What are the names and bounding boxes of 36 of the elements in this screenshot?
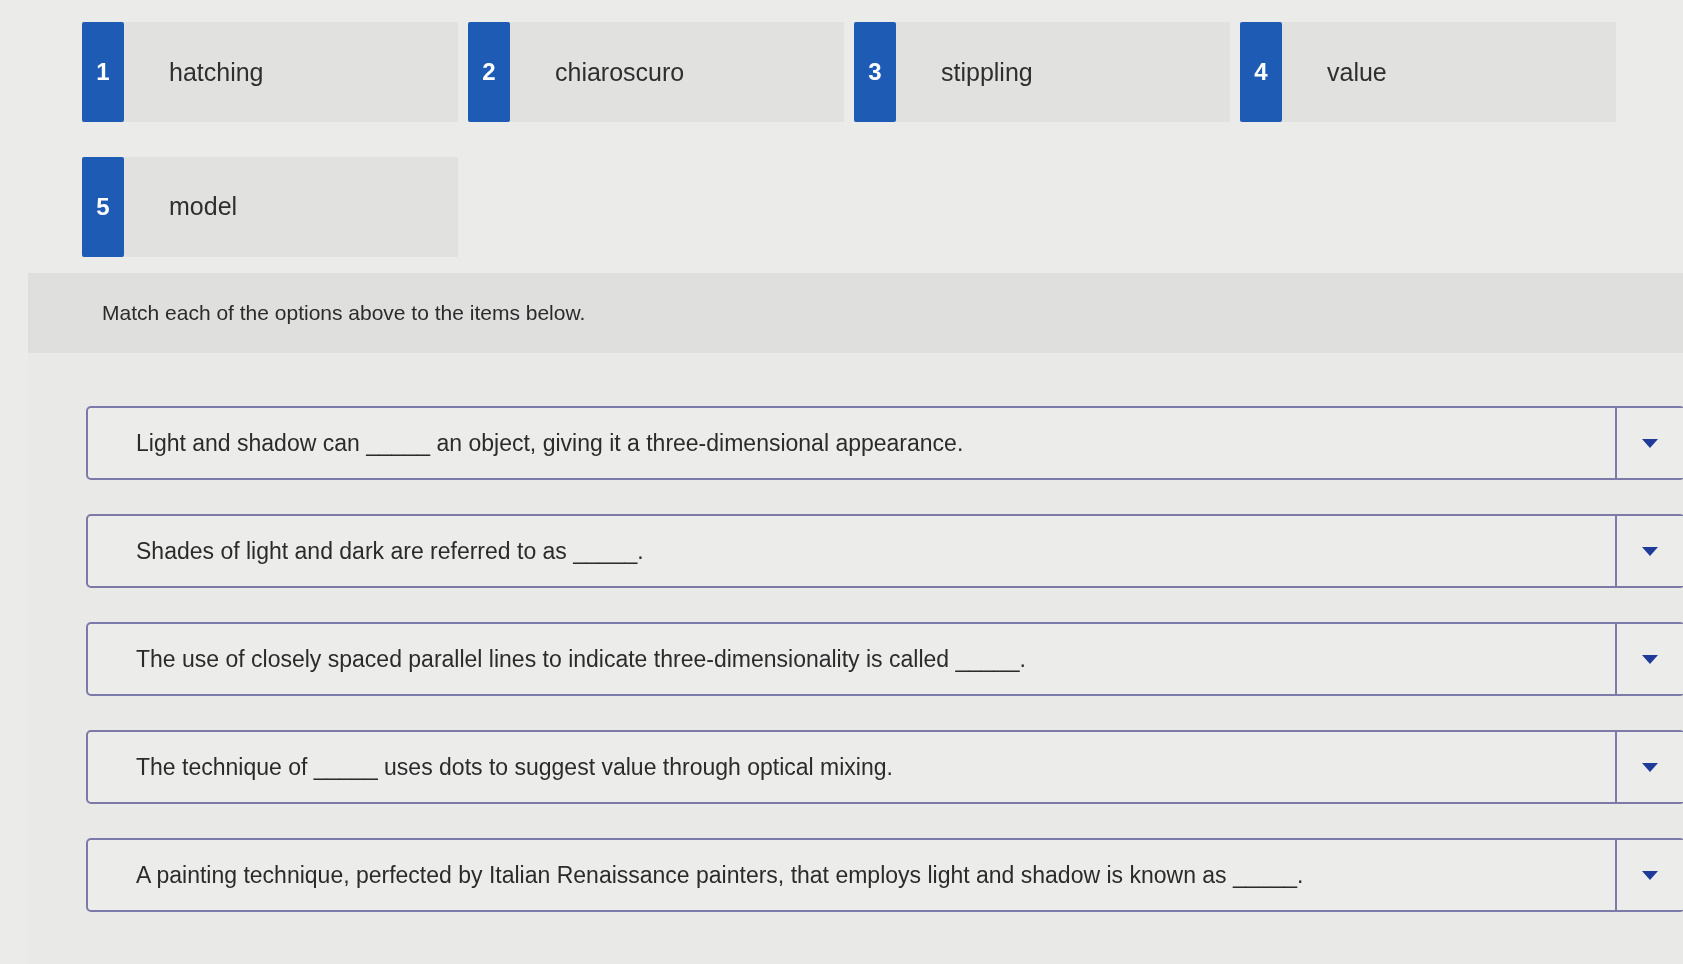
dropdown-toggle[interactable] bbox=[1615, 624, 1683, 694]
option-number: 5 bbox=[82, 156, 124, 257]
caret-down-icon bbox=[1642, 654, 1658, 664]
option-number: 2 bbox=[468, 22, 510, 122]
option-label: chiaroscuro bbox=[555, 57, 685, 87]
dropdown-toggle[interactable] bbox=[1615, 408, 1683, 478]
option-card[interactable]: 4 value bbox=[1240, 22, 1616, 122]
question-text: The use of closely spaced parallel lines to indicate three-dimensionality is called _____. bbox=[135, 645, 1027, 673]
option-card[interactable]: 1 hatching bbox=[82, 22, 458, 122]
option-label: value bbox=[1327, 57, 1387, 87]
question-text: Light and shadow can _____ an object, giving it a three-dimensional appearance. bbox=[135, 429, 965, 457]
option-number: 4 bbox=[1240, 22, 1282, 122]
answer-dropdown[interactable]: A painting technique, perfected by Italian Renaissance painters, that employs light and shadow is known as _____. bbox=[86, 838, 1683, 912]
dropdown-toggle[interactable] bbox=[1615, 840, 1683, 910]
dropdown-toggle[interactable] bbox=[1615, 732, 1683, 802]
option-label: model bbox=[169, 192, 238, 221]
option-label: stippling bbox=[941, 57, 1033, 87]
caret-down-icon bbox=[1642, 870, 1658, 880]
question-text: A painting technique, perfected by Italian Renaissance painters, that employs light and shadow is known as _____. bbox=[135, 861, 1305, 889]
question-text: The technique of _____ uses dots to suggest value through optical mixing. bbox=[135, 753, 894, 781]
caret-down-icon bbox=[1642, 762, 1658, 772]
option-card[interactable]: 3 stippling bbox=[854, 22, 1230, 122]
question-text: Shades of light and dark are referred to as _____. bbox=[135, 537, 645, 565]
option-number: 3 bbox=[854, 22, 896, 122]
option-number: 1 bbox=[82, 22, 124, 122]
caret-down-icon bbox=[1642, 438, 1658, 448]
option-card[interactable]: 2 chiaroscuro bbox=[468, 22, 844, 122]
answer-dropdown[interactable]: Shades of light and dark are referred to as _____. bbox=[86, 514, 1683, 588]
dropdown-toggle[interactable] bbox=[1615, 516, 1683, 586]
answer-dropdown[interactable]: Light and shadow can _____ an object, giving it a three-dimensional appearance. bbox=[86, 406, 1683, 480]
option-card[interactable]: 5 model bbox=[82, 156, 458, 257]
caret-down-icon bbox=[1642, 546, 1658, 556]
answer-dropdown[interactable]: The use of closely spaced parallel lines to indicate three-dimensionality is called _____. bbox=[86, 622, 1683, 696]
answer-dropdown[interactable]: The technique of _____ uses dots to suggest value through optical mixing. bbox=[86, 730, 1683, 804]
option-label: hatching bbox=[169, 57, 264, 87]
instruction-text: Match each of the options above to the items below. bbox=[102, 301, 586, 325]
